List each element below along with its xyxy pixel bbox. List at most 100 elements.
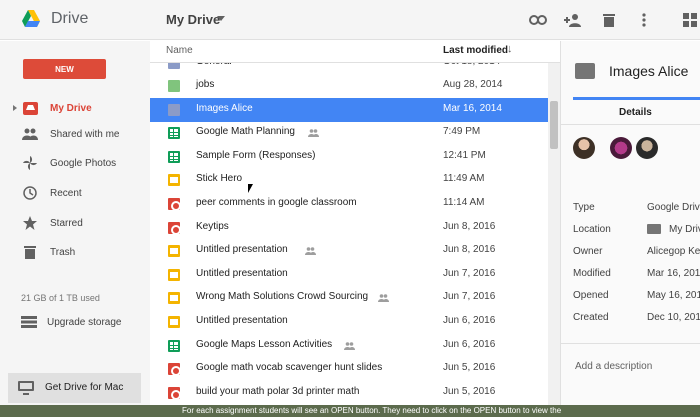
- file-date: Jun 7, 2016: [443, 267, 496, 279]
- detail-value-location[interactable]: My Drive: [669, 224, 700, 235]
- table-row[interactable]: Sample Form (Responses) 12:41 PM: [150, 145, 548, 169]
- column-header-last-modified[interactable]: Last modified: [443, 45, 508, 56]
- table-row[interactable]: Keytips Jun 8, 2016: [150, 216, 548, 240]
- spreadsheet-icon: [168, 127, 180, 140]
- get-drive-for-mac-button[interactable]: Get Drive for Mac: [8, 373, 141, 403]
- avatar[interactable]: [573, 137, 595, 159]
- table-row[interactable]: Untitled presentation Jun 8, 2016: [150, 239, 548, 263]
- table-row[interactable]: Untitled presentation Jun 7, 2016: [150, 263, 548, 287]
- expand-arrow-icon[interactable]: [13, 105, 17, 111]
- add-description-field[interactable]: Add a description: [575, 361, 652, 372]
- link-icon[interactable]: [528, 10, 548, 30]
- table-row[interactable]: Stick Hero 11:49 AM: [150, 168, 548, 192]
- file-name: Keytips: [196, 220, 229, 232]
- storage-icon: [21, 316, 37, 331]
- file-date: 11:14 AM: [443, 197, 485, 208]
- table-row[interactable]: Untitled presentation Jun 6, 2016: [150, 310, 548, 334]
- file-name: jobs: [196, 79, 215, 90]
- divider: [561, 124, 700, 125]
- detail-value-type: Google Drive Folder: [647, 202, 700, 213]
- file-date: Jun 6, 2016: [443, 338, 496, 350]
- tab-indicator: [573, 97, 700, 100]
- detail-value-opened: May 16, 2016: [647, 290, 700, 301]
- tab-details[interactable]: Details: [619, 107, 652, 118]
- sidebar-item-starred[interactable]: Starred: [0, 211, 150, 235]
- file-name: peer comments in google classroom: [196, 197, 357, 208]
- breadcrumb-my-drive[interactable]: My Drive: [166, 12, 220, 27]
- sidebar-item-label: Trash: [50, 246, 76, 258]
- sidebar-item-label: Recent: [50, 187, 82, 199]
- shared-folder-icon: [575, 63, 595, 79]
- people-icon: [22, 126, 38, 142]
- file-name: build your math polar 3d printer math: [196, 385, 360, 397]
- detail-label-location: Location: [573, 224, 611, 235]
- sidebar-item-trash[interactable]: Trash: [0, 240, 150, 264]
- drive-logo-icon[interactable]: [22, 10, 40, 27]
- sort-down-arrow-icon[interactable]: ↓: [507, 43, 513, 55]
- file-name: Google Maps Lesson Activities: [196, 338, 333, 350]
- sidebar-item-label: Starred: [50, 217, 83, 229]
- monitor-icon: [18, 381, 34, 398]
- file-list: Name Last modified ↓ General Oct 18, 201…: [150, 41, 560, 417]
- sidebar-item-shared-with-me[interactable]: Shared with me: [0, 122, 150, 146]
- upgrade-storage-link[interactable]: Upgrade storage: [0, 313, 150, 333]
- details-title: Images Alice: [609, 63, 689, 79]
- grid-view-icon[interactable]: [680, 10, 700, 30]
- spreadsheet-icon: [168, 339, 180, 352]
- file-date: Aug 28, 2014: [443, 79, 503, 90]
- storage-usage: 21 GB of 1 TB used: [21, 293, 100, 303]
- spreadsheet-icon: [168, 150, 180, 163]
- list-header: Name Last modified ↓: [150, 41, 560, 63]
- divider: [561, 343, 700, 344]
- detail-label-opened: Opened: [573, 290, 609, 301]
- table-row[interactable]: Google math vocab scavenger hunt slides J…: [150, 357, 548, 381]
- table-row[interactable]: jobs Aug 28, 2014: [150, 74, 548, 98]
- new-button[interactable]: NEW: [23, 59, 106, 79]
- add-person-icon[interactable]: [563, 10, 583, 30]
- avatar[interactable]: [636, 137, 658, 159]
- file-date: Jun 7, 2016: [443, 291, 496, 303]
- folder-icon: [647, 224, 661, 234]
- file-date: Jun 5, 2016: [443, 385, 496, 397]
- file-name: Untitled presentation: [196, 267, 288, 279]
- mouse-cursor-icon: [248, 184, 253, 193]
- shared-folder-icon: [168, 103, 180, 116]
- file-name: Stick Hero: [196, 173, 243, 185]
- scrollbar[interactable]: [548, 63, 560, 417]
- sidebar: NEW My Drive Shared with me Google Photo…: [0, 41, 150, 417]
- file-name: Untitled presentation: [196, 244, 288, 256]
- chevron-down-icon[interactable]: [217, 16, 225, 21]
- sidebar-item-google-photos[interactable]: Google Photos: [0, 151, 150, 175]
- avatar[interactable]: [610, 137, 632, 159]
- detail-value-created: Dec 10, 2012: [647, 312, 700, 323]
- detail-value-modified: Mar 16, 2014: [647, 268, 700, 279]
- sidebar-item-label: Shared with me: [50, 128, 120, 140]
- more-vert-icon[interactable]: [634, 10, 654, 30]
- details-panel: Images Alice Details Type Google Drive F…: [560, 41, 700, 417]
- table-row[interactable]: Google Math Planning 7:49 PM: [150, 121, 548, 145]
- clock-icon: [22, 185, 38, 201]
- table-row[interactable]: Images Alice Mar 16, 2014: [150, 97, 548, 122]
- file-name: Untitled presentation: [196, 315, 288, 326]
- sidebar-item-my-drive[interactable]: My Drive: [0, 96, 150, 120]
- table-row[interactable]: peer comments in google classroom 11:14 A…: [150, 192, 548, 216]
- file-name: Images Alice: [196, 102, 253, 114]
- table-row[interactable]: Google Maps Lesson Activities Jun 6, 2016: [150, 334, 548, 358]
- my-drive-icon: [22, 100, 38, 116]
- trash-icon[interactable]: [599, 10, 619, 30]
- table-row[interactable]: Wrong Math Solutions Crowd Sourcing Jun 7…: [150, 286, 548, 310]
- upgrade-storage-label: Upgrade storage: [47, 317, 122, 328]
- table-row[interactable]: build your math polar 3d printer math Jun…: [150, 381, 548, 405]
- brand-name[interactable]: Drive: [51, 10, 88, 28]
- drive-app-icon: [168, 198, 181, 211]
- file-name: Sample Form (Responses): [196, 149, 316, 161]
- file-date: Jun 8, 2016: [443, 220, 496, 232]
- file-name: Google Math Planning: [196, 126, 295, 138]
- top-bar: Drive My Drive: [0, 0, 700, 40]
- sidebar-item-recent[interactable]: Recent: [0, 181, 150, 205]
- detail-label-created: Created: [573, 312, 609, 323]
- column-header-name[interactable]: Name: [166, 45, 193, 56]
- scrollbar-thumb[interactable]: [550, 101, 558, 149]
- folder-icon: [168, 80, 180, 92]
- shared-people-icon: [305, 246, 316, 256]
